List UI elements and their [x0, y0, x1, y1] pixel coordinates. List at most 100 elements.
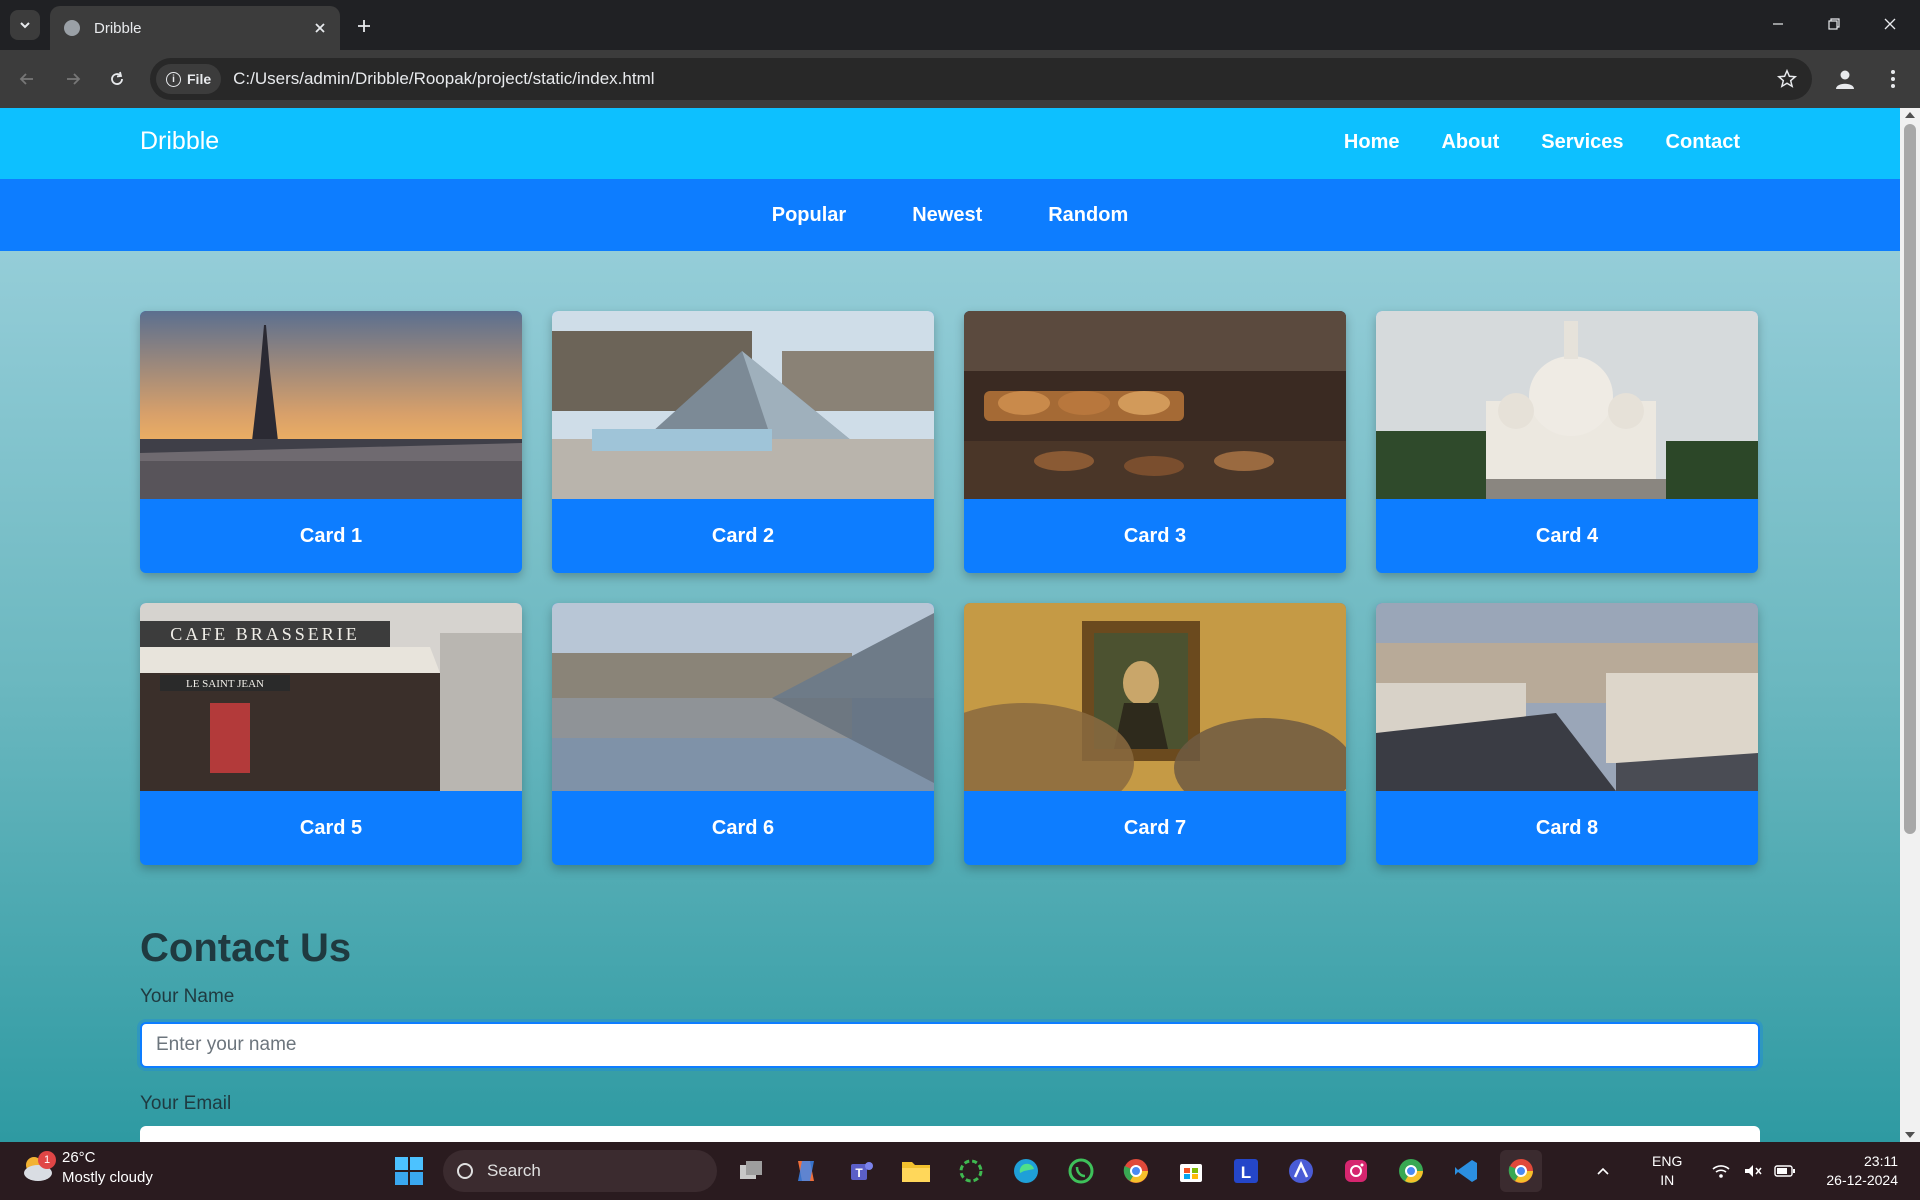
menu-button[interactable] — [1878, 64, 1908, 94]
tab-title: Dribble — [94, 19, 142, 37]
mona-lisa-image — [964, 603, 1346, 791]
card-5[interactable]: CAFE BRASSERIE LE SAINT JEAN Card 5 — [140, 603, 522, 865]
back-button[interactable] — [12, 64, 42, 94]
sacre-coeur-image — [1376, 311, 1758, 499]
l-app-icon[interactable]: L — [1225, 1150, 1267, 1192]
nav-contact[interactable]: Contact — [1666, 131, 1740, 154]
card-2[interactable]: Card 2 — [552, 311, 934, 573]
bakery-pastries-image — [964, 311, 1346, 499]
filter-newest[interactable]: Newest — [912, 204, 982, 227]
arrow-left-icon — [19, 73, 33, 85]
volume-muted-icon[interactable] — [1742, 1160, 1764, 1182]
browser-tab[interactable]: Dribble — [50, 6, 340, 50]
nav-about[interactable]: About — [1441, 131, 1499, 154]
battery-icon[interactable] — [1774, 1160, 1796, 1182]
instagram-icon[interactable] — [1335, 1150, 1377, 1192]
whatsapp-icon[interactable] — [1060, 1150, 1102, 1192]
tray-overflow-icon[interactable] — [1592, 1160, 1614, 1182]
name-field[interactable] — [140, 1022, 1760, 1068]
forward-button[interactable] — [58, 64, 88, 94]
filter-random[interactable]: Random — [1048, 204, 1128, 227]
url-text[interactable]: C:/Users/admin/Dribble/Roopak/project/st… — [233, 69, 654, 89]
card-8[interactable]: Card 8 — [1376, 603, 1758, 865]
language-code: ENG — [1652, 1153, 1683, 1169]
contact-title: Contact Us — [140, 926, 352, 970]
card-label: Card 4 — [1535, 524, 1599, 547]
tab-search-button[interactable] — [10, 10, 40, 40]
restore-icon — [1828, 18, 1840, 30]
close-tab-button[interactable] — [308, 16, 332, 40]
nav-services[interactable]: Services — [1541, 131, 1623, 154]
clock[interactable]: 23:11 26-12-2024 — [1826, 1152, 1898, 1190]
vscode-icon[interactable] — [1445, 1150, 1487, 1192]
teams-icon[interactable]: T — [840, 1150, 882, 1192]
weather-temp: 26°C — [62, 1149, 96, 1166]
close-icon — [1884, 18, 1896, 30]
wifi-icon[interactable] — [1710, 1160, 1732, 1182]
globe-icon — [64, 20, 80, 36]
eiffel-tower-image — [140, 311, 522, 499]
chrome-profile-icon[interactable] — [1390, 1150, 1432, 1192]
close-window-button[interactable] — [1862, 0, 1918, 48]
taskbar-search-label: Search — [487, 1161, 541, 1180]
scroll-down-icon[interactable] — [1905, 1132, 1915, 1138]
start-button[interactable] — [388, 1150, 430, 1192]
card-3[interactable]: Card 3 — [964, 311, 1346, 573]
windows-logo-icon — [395, 1157, 423, 1185]
minimize-button[interactable] — [1750, 0, 1806, 48]
card-1[interactable]: Card 1 — [140, 311, 522, 573]
site-nav-links: Home About Services Contact — [1344, 131, 1740, 154]
profile-button[interactable] — [1830, 64, 1860, 94]
reload-button[interactable] — [102, 64, 132, 94]
page-viewport: Dribble Home About Services Contact Popu… — [0, 108, 1900, 1142]
task-view-icon[interactable] — [730, 1150, 772, 1192]
nav-home[interactable]: Home — [1344, 131, 1400, 154]
copilot-icon[interactable] — [785, 1150, 827, 1192]
card-label: Card 3 — [1123, 524, 1187, 547]
bookmark-star-icon[interactable] — [1776, 68, 1798, 90]
louvre-pyramid-image — [552, 311, 934, 499]
restore-button[interactable] — [1806, 0, 1862, 48]
store-icon[interactable] — [1170, 1150, 1212, 1192]
scroll-up-icon[interactable] — [1905, 112, 1915, 118]
card-4[interactable]: Card 4 — [1376, 311, 1758, 573]
file-explorer-icon[interactable] — [895, 1150, 937, 1192]
plus-icon — [358, 20, 370, 32]
email-field[interactable] — [140, 1126, 1760, 1142]
card-label: Card 7 — [1123, 816, 1187, 839]
arc-app-icon[interactable] — [1280, 1150, 1322, 1192]
region-code: IN — [1660, 1172, 1675, 1188]
weather-widget[interactable]: 1 26°C Mostly cloudy — [20, 1148, 153, 1188]
close-icon — [315, 23, 325, 33]
svg-text:CAFE BRASSERIE: CAFE BRASSERIE — [170, 624, 360, 644]
svg-text:T: T — [855, 1166, 863, 1180]
scrollbar-thumb[interactable] — [1904, 124, 1916, 834]
card-label: Card 5 — [299, 816, 363, 839]
site-info-chip[interactable]: i File — [156, 64, 222, 94]
filter-popular[interactable]: Popular — [772, 204, 846, 227]
cafe-brasserie-image: CAFE BRASSERIE LE SAINT JEAN — [140, 603, 522, 791]
edge-icon[interactable] — [1005, 1150, 1047, 1192]
profile-icon — [1836, 70, 1854, 89]
new-tab-button[interactable] — [350, 12, 378, 40]
arrow-right-icon — [67, 73, 81, 85]
site-brand[interactable]: Dribble — [140, 127, 219, 156]
chrome-icon[interactable] — [1115, 1150, 1157, 1192]
taskbar-apps: Search T L — [388, 1150, 1542, 1192]
address-bar[interactable]: i File C:/Users/admin/Dribble/Roopak/pro… — [150, 58, 1812, 100]
name-label: Your Name — [140, 986, 235, 1007]
chevron-down-icon — [20, 22, 30, 29]
chrome-active-icon[interactable] — [1500, 1150, 1542, 1192]
weather-badge: 1 — [38, 1151, 56, 1169]
page-scrollbar[interactable] — [1900, 108, 1920, 1142]
taskbar-search[interactable]: Search — [443, 1150, 717, 1192]
card-7[interactable]: Card 7 — [964, 603, 1346, 865]
app-ring-icon[interactable] — [950, 1150, 992, 1192]
weather-icon: 1 — [20, 1151, 56, 1183]
paris-rooftops-image — [1376, 603, 1758, 791]
clock-time: 23:11 — [1864, 1153, 1898, 1169]
language-indicator[interactable]: ENG IN — [1652, 1152, 1682, 1190]
browser-tabstrip: Dribble — [0, 0, 1920, 50]
card-6[interactable]: Card 6 — [552, 603, 934, 865]
card-label: Card 2 — [711, 524, 775, 547]
